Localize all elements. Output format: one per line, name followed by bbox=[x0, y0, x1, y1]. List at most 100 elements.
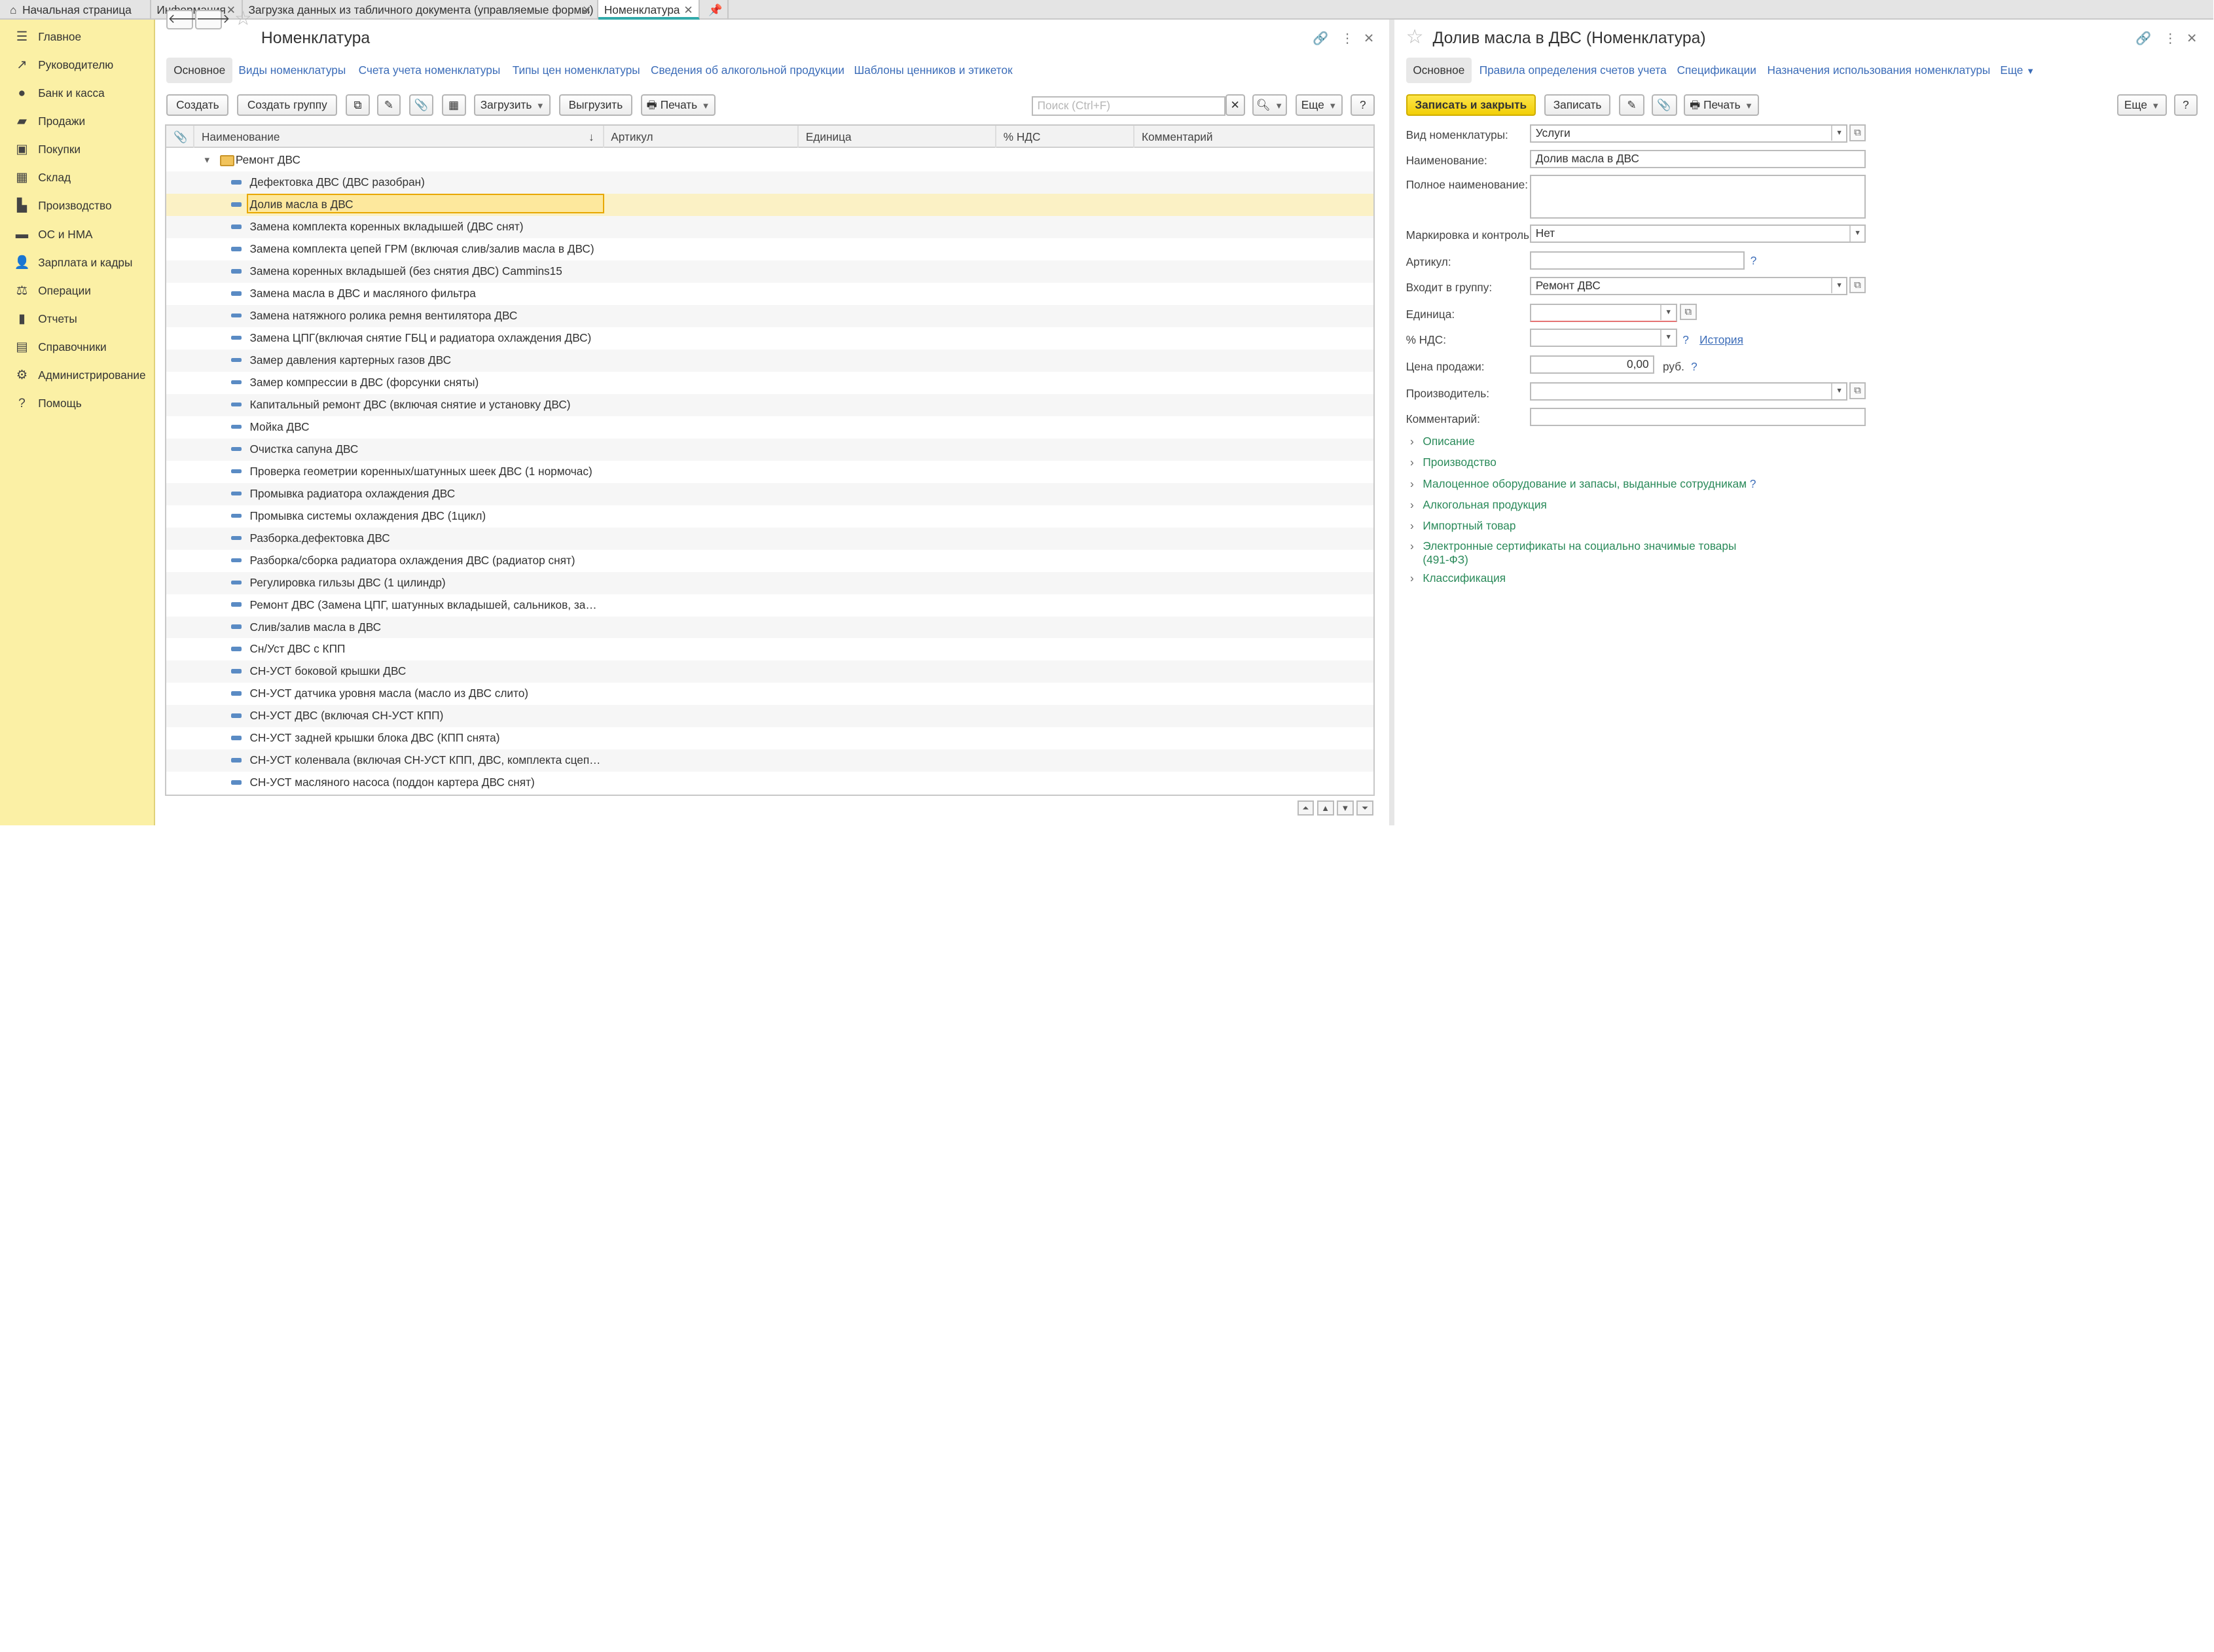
open-icon[interactable]: ⧉ bbox=[1849, 382, 1866, 400]
favorite-star-icon[interactable]: ☆ bbox=[1406, 26, 1424, 48]
table-row[interactable]: СН-УСТ масляного насоса (поддон картера … bbox=[166, 772, 1373, 794]
copy-icon[interactable]: ⧉ bbox=[346, 94, 370, 116]
table-row[interactable]: Дефектовка ДВС (ДВС разобран) bbox=[166, 171, 1374, 194]
history-link[interactable]: История bbox=[1699, 333, 1743, 347]
print-button[interactable]: 🖶 Печать ▼ bbox=[1684, 94, 1759, 116]
group-alcohol[interactable]: › Алкогольная продукция bbox=[1410, 498, 1547, 512]
close-icon[interactable]: ✕ bbox=[683, 0, 693, 20]
create-group-button[interactable]: Создать группу bbox=[237, 94, 338, 116]
subnav-rules[interactable]: Правила определения счетов учета bbox=[1479, 58, 1667, 83]
subnav-accounts[interactable]: Счета учета номенклатуры bbox=[359, 58, 501, 83]
scroll-last-icon[interactable]: ⏷ bbox=[1356, 800, 1373, 816]
help-icon[interactable]: ? bbox=[1750, 477, 1756, 490]
vat-field[interactable]: ▼ bbox=[1530, 329, 1677, 348]
subnav-alcohol[interactable]: Сведения об алкогольной продукции bbox=[651, 58, 844, 83]
table-row[interactable]: Промывка радиатора охлаждения ДВС bbox=[166, 482, 1374, 505]
table-row[interactable]: СН-УСТ задней крышки блока ДВС (КПП снят… bbox=[166, 727, 1373, 749]
table-row[interactable]: Очистка сапуна ДВС bbox=[166, 438, 1374, 461]
group-description[interactable]: › Описание bbox=[1410, 435, 1475, 448]
group-import[interactable]: › Импортный товар bbox=[1410, 519, 1515, 533]
table-row[interactable]: Разборка.дефектовка ДВС bbox=[166, 527, 1374, 550]
panel-splitter[interactable] bbox=[1388, 20, 1395, 826]
search-input[interactable]: Поиск (Ctrl+F) bbox=[1032, 96, 1225, 116]
more-button[interactable]: Еще ▼ bbox=[1296, 94, 1343, 116]
col-unit[interactable]: Единица bbox=[797, 125, 995, 149]
col-article[interactable]: Артикул bbox=[602, 125, 798, 149]
table-row[interactable]: Замер компрессии в ДВС (форсунки сняты) bbox=[166, 372, 1373, 394]
subnav-main[interactable]: Основное bbox=[166, 58, 232, 84]
table-row[interactable]: Замена комплекта цепей ГРМ (включая слив… bbox=[166, 238, 1373, 260]
pin-icon[interactable]: 📌 bbox=[700, 0, 729, 20]
table-row[interactable]: СН-УСТ боковой крышки ДВС bbox=[166, 660, 1374, 683]
more-vertical-icon[interactable]: ⋮ bbox=[1341, 31, 1353, 46]
subnav-price-types[interactable]: Типы цен номенклатуры bbox=[513, 58, 640, 83]
maker-field[interactable]: ▼ bbox=[1530, 382, 1848, 401]
table-row[interactable]: Слив/залив масла в ДВС bbox=[166, 616, 1374, 639]
tab-nomenclature[interactable]: Номенклатура ✕ bbox=[598, 0, 700, 20]
sidebar-item-reports[interactable]: ▮ Отчеты bbox=[0, 306, 155, 332]
table-row[interactable]: Мойка ДВС bbox=[166, 416, 1373, 439]
table-row[interactable]: Замена коренных вкладышей (без снятия ДВ… bbox=[166, 260, 1374, 283]
clear-search-icon[interactable]: ✕ bbox=[1225, 94, 1245, 116]
subnav-templates[interactable]: Шаблоны ценников и этикеток bbox=[854, 58, 1013, 83]
chevron-down-icon[interactable]: ▼ bbox=[1830, 125, 1847, 141]
create-button[interactable]: Создать bbox=[166, 94, 229, 116]
group-field[interactable]: Ремонт ДВС ▼ bbox=[1530, 276, 1848, 295]
subnav-specs[interactable]: Спецификации bbox=[1677, 58, 1756, 83]
subnav-kinds[interactable]: Виды номенклатуры bbox=[238, 58, 346, 83]
col-comment[interactable]: Комментарий bbox=[1133, 125, 1373, 149]
link-icon[interactable]: 🔗 bbox=[2135, 31, 2151, 46]
group-certificates[interactable]: › Электронные сертификаты на социально зн… bbox=[1410, 539, 1736, 567]
chevron-down-icon[interactable]: ▼ bbox=[1660, 304, 1676, 321]
close-icon[interactable]: ✕ bbox=[2187, 31, 2197, 46]
help-button[interactable]: ? bbox=[1351, 94, 1375, 116]
chevron-down-icon[interactable]: ▼ bbox=[1660, 330, 1676, 346]
scroll-first-icon[interactable]: ⏶ bbox=[1297, 800, 1315, 816]
table-row[interactable]: Замена комплекта коренных вкладышей (ДВС… bbox=[166, 216, 1374, 239]
table-row[interactable]: Регулировка гильзы ДВС (1 цилиндр) bbox=[166, 571, 1374, 594]
chevron-down-icon[interactable]: ▼ bbox=[1849, 225, 1865, 242]
fullname-field[interactable] bbox=[1530, 175, 1866, 219]
sidebar-item-operations[interactable]: ⚖ Операции bbox=[0, 278, 155, 304]
comment-field[interactable] bbox=[1530, 408, 1866, 427]
table-row[interactable]: Разборка/сборка радиатора охлаждения ДВС… bbox=[166, 550, 1373, 572]
expand-triangle-icon[interactable]: ▾ bbox=[204, 149, 209, 171]
tab-import[interactable]: Загрузка данных из табличного документа … bbox=[243, 0, 599, 20]
sidebar-item-assets[interactable]: ▬ ОС и НМА bbox=[0, 222, 155, 247]
chevron-down-icon[interactable]: ▼ bbox=[1830, 384, 1847, 400]
table-row[interactable]: Замена натяжного ролика ремня вентилятор… bbox=[166, 305, 1374, 328]
article-help-icon[interactable]: ? bbox=[1751, 254, 1757, 268]
sidebar-item-help[interactable]: ? Помощь bbox=[0, 391, 155, 416]
sidebar-item-admin[interactable]: ⚙ Администрирование bbox=[0, 363, 155, 388]
subnav-purposes[interactable]: Назначения использования номенклатуры bbox=[1768, 58, 1991, 83]
vat-help-icon[interactable]: ? bbox=[1682, 333, 1689, 347]
edit-icon[interactable]: ✎ bbox=[376, 94, 401, 116]
table-row[interactable]: Замена ЦПГ(включая снятие ГБЦ и радиатор… bbox=[166, 327, 1373, 350]
table-row[interactable]: Замер давления картерных газов ДВС bbox=[166, 350, 1374, 372]
marking-field[interactable]: Нет ▼ bbox=[1530, 224, 1866, 243]
print-button[interactable]: 🖶 Печать ▼ bbox=[640, 94, 716, 116]
table-row[interactable]: СН-УСТ коленвала (включая СН-УСТ КПП, ДВ… bbox=[166, 749, 1374, 772]
name-field[interactable]: Долив масла в ДВС bbox=[1530, 149, 1866, 168]
unload-button[interactable]: Выгрузить bbox=[558, 94, 632, 116]
kind-field[interactable]: Услуги ▼ bbox=[1530, 124, 1848, 143]
table-row[interactable]: Проверка геометрии коренных/шатунных шее… bbox=[166, 461, 1373, 483]
attach-icon[interactable]: 📎 bbox=[1651, 94, 1677, 116]
table-row-group[interactable]: ▾ Ремонт ДВС bbox=[166, 149, 1373, 171]
sidebar-item-production[interactable]: ▙ Производство bbox=[0, 193, 155, 219]
save-button[interactable]: Записать bbox=[1544, 94, 1611, 116]
attach-icon[interactable]: 📎 bbox=[409, 94, 433, 116]
help-button[interactable]: ? bbox=[2173, 94, 2198, 116]
unit-field[interactable]: ▼ bbox=[1530, 303, 1677, 322]
subnav-more[interactable]: Еще ▼ bbox=[2000, 58, 2035, 83]
price-help-icon[interactable]: ? bbox=[1691, 360, 1697, 374]
table-row[interactable]: Долив масла в ДВС bbox=[166, 194, 1374, 217]
sidebar-item-warehouse[interactable]: ▦ Склад bbox=[0, 165, 155, 190]
sidebar-item-catalogs[interactable]: ▤ Справочники bbox=[0, 334, 155, 360]
price-field[interactable]: 0,00 bbox=[1530, 355, 1655, 374]
table-row[interactable]: Ремонт ДВС (Замена ЦПГ, шатунных вкладыш… bbox=[166, 594, 1373, 617]
scroll-up-icon[interactable]: ▲ bbox=[1316, 800, 1334, 816]
close-icon[interactable]: ✕ bbox=[582, 0, 591, 20]
link-icon[interactable]: 🔗 bbox=[1313, 31, 1328, 46]
open-icon[interactable]: ⧉ bbox=[1849, 276, 1866, 294]
